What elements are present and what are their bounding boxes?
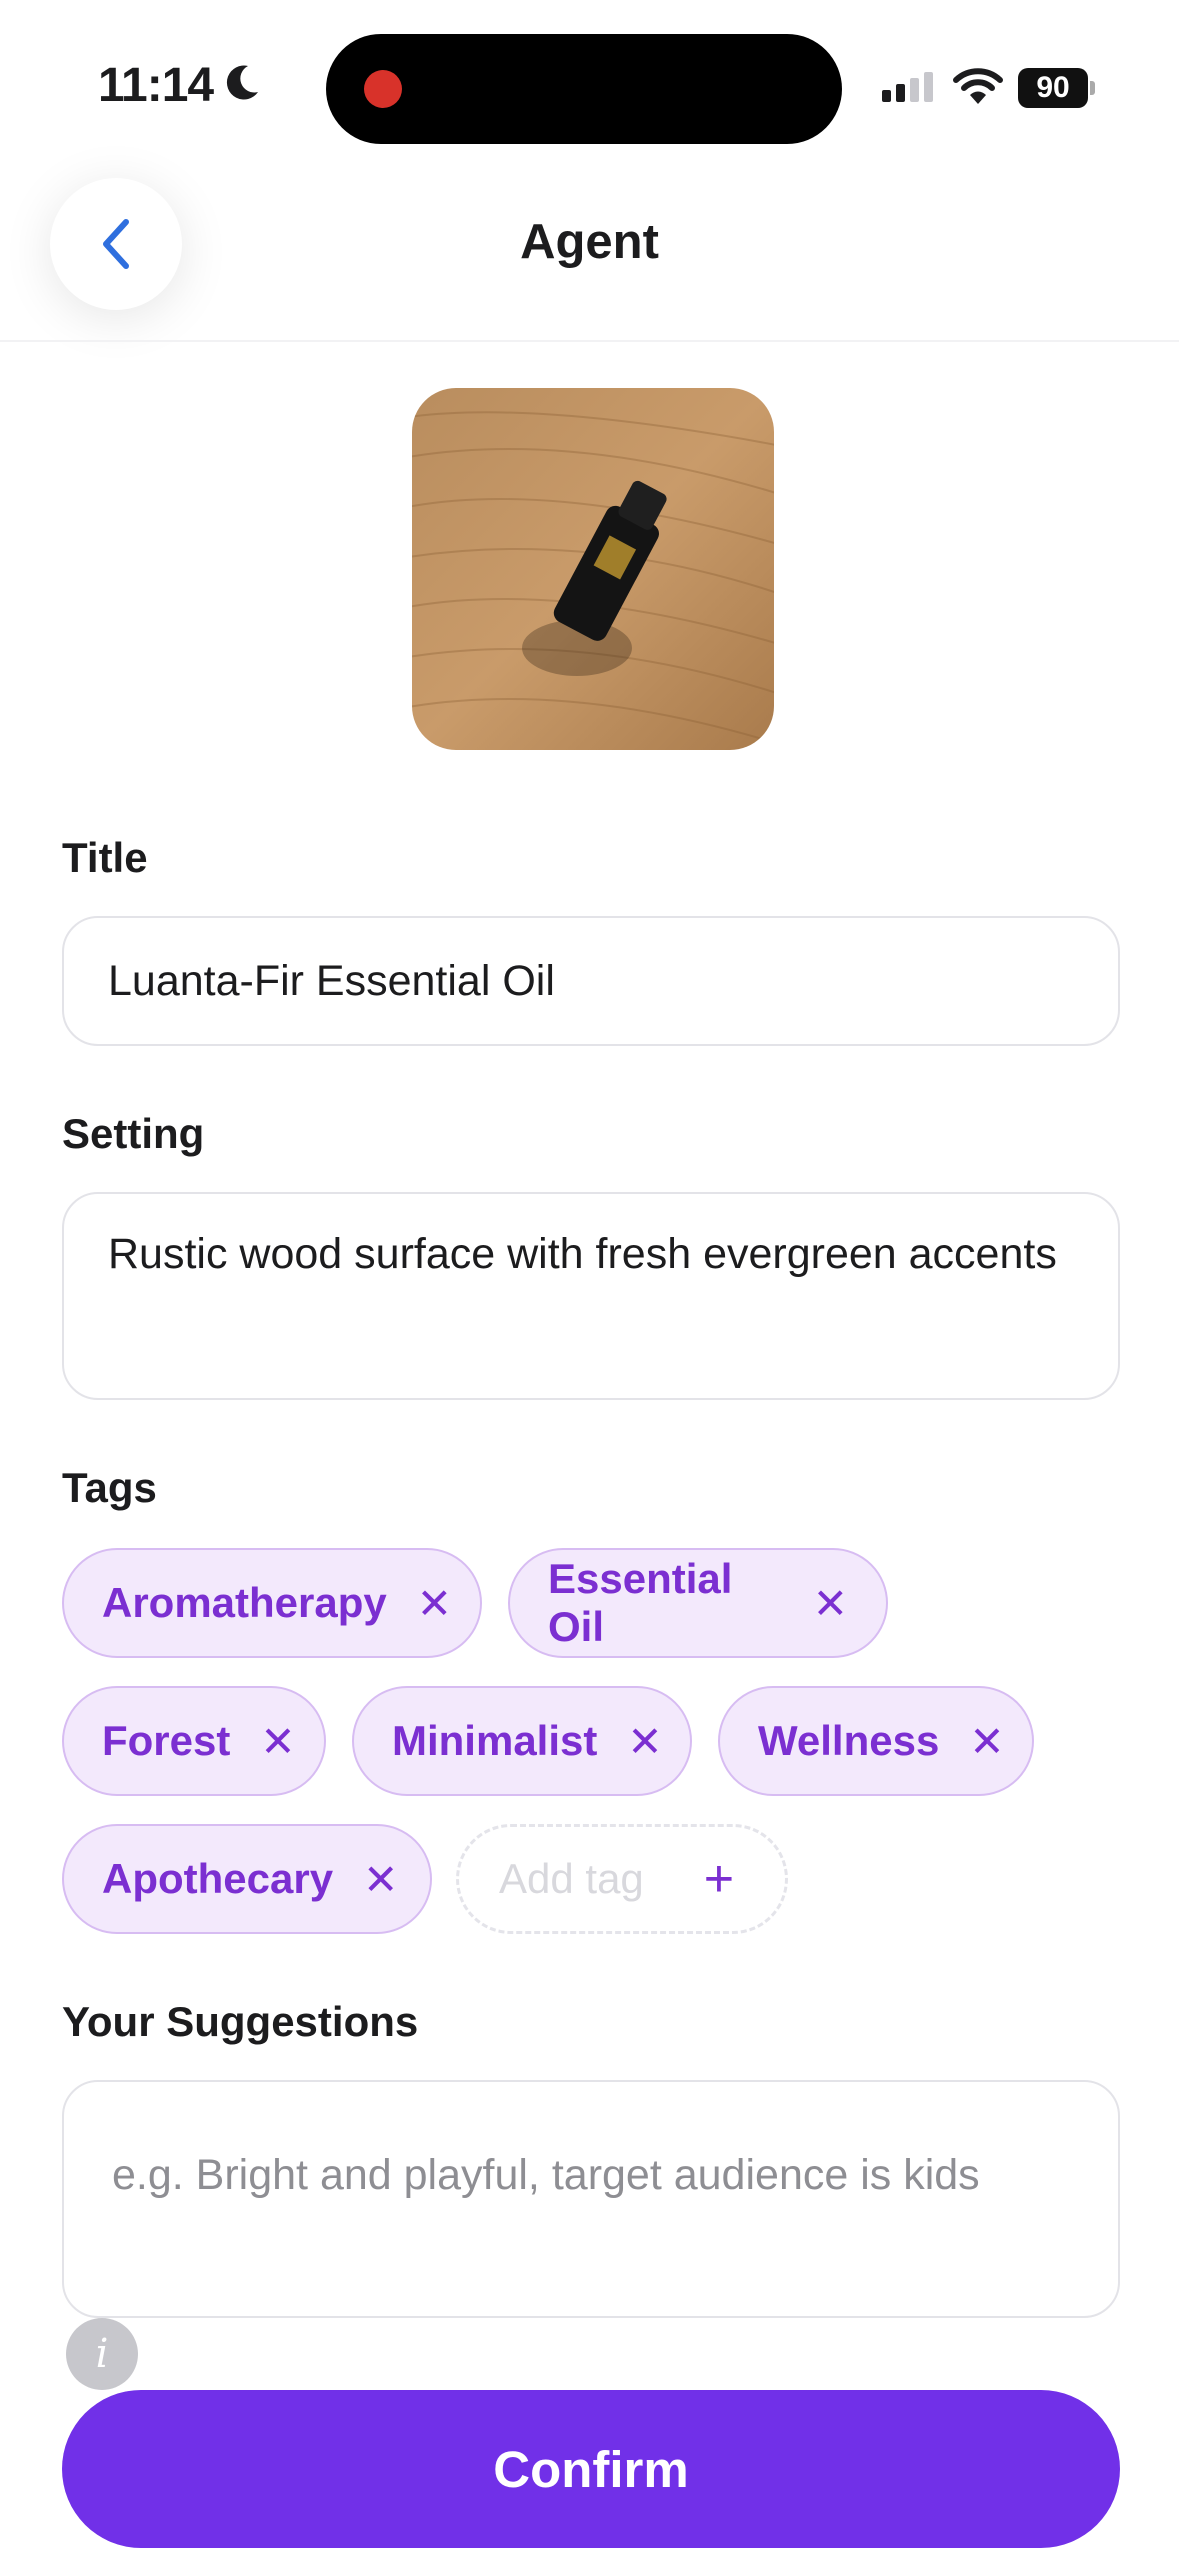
remove-tag-icon[interactable]: ✕ — [969, 1717, 1004, 1766]
tag-chip[interactable]: Apothecary ✕ — [62, 1824, 432, 1934]
tag-label: Minimalist — [392, 1717, 598, 1764]
tag-chip[interactable]: Minimalist ✕ — [352, 1686, 692, 1796]
remove-tag-icon[interactable]: ✕ — [627, 1717, 662, 1766]
moon-icon — [226, 65, 258, 100]
title-label: Title — [62, 834, 148, 881]
suggestions-input[interactable]: e.g. Bright and playful, target audience… — [62, 2080, 1120, 2318]
recording-indicator-icon — [364, 70, 402, 108]
remove-tag-icon[interactable]: ✕ — [363, 1855, 398, 1904]
status-time: 11:14 — [98, 59, 214, 112]
tag-label: Forest — [102, 1717, 231, 1764]
setting-input[interactable]: Rustic wood surface with fresh evergreen… — [62, 1192, 1120, 1400]
suggestions-placeholder: e.g. Bright and playful, target audience… — [112, 2151, 980, 2199]
dynamic-island — [326, 34, 842, 144]
wifi-icon — [953, 68, 1003, 104]
remove-tag-icon[interactable]: ✕ — [260, 1717, 295, 1766]
add-tag-placeholder: Add tag — [499, 1855, 644, 1902]
tag-chip[interactable]: Wellness ✕ — [718, 1686, 1034, 1796]
setting-label: Setting — [62, 1110, 205, 1157]
tag-label: Apothecary — [102, 1855, 334, 1902]
product-image — [412, 388, 774, 750]
suggestions-label: Your Suggestions — [62, 1998, 419, 2045]
tags-label: Tags — [62, 1464, 157, 1511]
remove-tag-icon[interactable]: ✕ — [417, 1579, 452, 1628]
confirm-button[interactable]: Confirm — [62, 2390, 1120, 2548]
add-tag-input[interactable]: Add tag + — [456, 1824, 788, 1934]
tag-label: Wellness — [758, 1717, 940, 1764]
battery-icon: 90 — [1018, 68, 1096, 108]
tag-chip[interactable]: Aromatherapy ✕ — [62, 1548, 482, 1658]
title-input[interactable]: Luanta-Fir Essential Oil — [62, 916, 1120, 1046]
remove-tag-icon[interactable]: ✕ — [813, 1579, 848, 1628]
info-icon[interactable]: i — [66, 2318, 138, 2390]
tag-chip[interactable]: Forest ✕ — [62, 1686, 326, 1796]
tag-chip[interactable]: Essential Oil ✕ — [508, 1548, 888, 1658]
tag-label: Aromatherapy — [102, 1579, 387, 1626]
battery-level: 90 — [1018, 68, 1088, 108]
page-title: Agent — [520, 215, 659, 269]
tag-label: Essential Oil — [548, 1555, 733, 1650]
header-divider — [0, 340, 1179, 342]
plus-icon[interactable]: + — [704, 1849, 734, 1909]
cellular-signal-icon — [882, 72, 933, 102]
